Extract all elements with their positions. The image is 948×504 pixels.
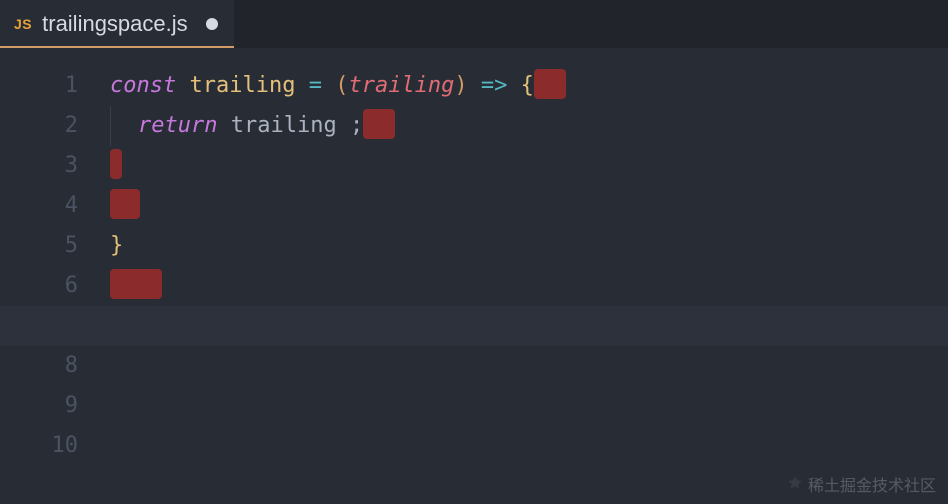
code-line[interactable] xyxy=(110,386,948,426)
token-plain xyxy=(295,73,308,98)
tab-bar: JS trailingspace.js xyxy=(0,0,948,48)
trailing-whitespace-marker xyxy=(534,69,566,99)
token-keyword: return xyxy=(138,113,217,138)
line-number: 10 xyxy=(0,426,78,466)
code-area[interactable]: const trailing = (trailing) => {return t… xyxy=(110,66,948,504)
code-line[interactable] xyxy=(110,266,948,306)
watermark-text: 稀土掘金技术社区 xyxy=(808,472,936,496)
line-number: 6 xyxy=(0,266,78,306)
line-number: 9 xyxy=(0,386,78,426)
code-line[interactable]: return trailing ; xyxy=(110,106,948,146)
code-line[interactable] xyxy=(110,426,948,466)
token-plain xyxy=(507,73,520,98)
token-op: = xyxy=(309,73,322,98)
token-paren: ) xyxy=(454,73,467,98)
trailing-whitespace-marker xyxy=(110,149,122,179)
token-plain xyxy=(468,73,481,98)
token-plain: trailing ; xyxy=(231,113,363,138)
trailing-whitespace-marker xyxy=(110,189,140,219)
line-number: 3 xyxy=(0,146,78,186)
watermark: 稀土掘金技术社区 xyxy=(786,472,936,496)
line-number: 8 xyxy=(0,346,78,386)
token-keyword: const xyxy=(110,73,189,98)
indent-guide xyxy=(110,106,138,146)
js-icon: JS xyxy=(14,16,32,32)
watermark-icon xyxy=(786,475,804,493)
line-number: 1 xyxy=(0,66,78,106)
token-ident: trailing xyxy=(189,73,295,98)
line-number: 5 xyxy=(0,226,78,266)
token-param: trailing xyxy=(348,73,454,98)
line-number: 4 xyxy=(0,186,78,226)
token-plain xyxy=(322,73,335,98)
token-op: => xyxy=(481,73,508,98)
token-paren: ( xyxy=(335,73,348,98)
editor[interactable]: 12345678910 const trailing = (trailing) … xyxy=(0,48,948,504)
trailing-whitespace-marker xyxy=(363,109,395,139)
token-brace: } xyxy=(110,233,123,258)
line-number-gutter: 12345678910 xyxy=(0,66,110,504)
code-line[interactable] xyxy=(110,346,948,386)
dirty-indicator-icon xyxy=(206,18,218,30)
token-brace: { xyxy=(521,73,534,98)
code-line[interactable] xyxy=(110,146,948,186)
code-line[interactable]: } xyxy=(110,226,948,266)
line-number: 2 xyxy=(0,106,78,146)
trailing-whitespace-marker xyxy=(110,269,162,299)
token-plain xyxy=(217,113,230,138)
code-line[interactable] xyxy=(110,186,948,226)
tab-filename: trailingspace.js xyxy=(42,11,188,37)
code-line[interactable]: const trailing = (trailing) => { xyxy=(110,66,948,106)
tab-active[interactable]: JS trailingspace.js xyxy=(0,0,234,48)
code-line[interactable] xyxy=(110,306,948,346)
